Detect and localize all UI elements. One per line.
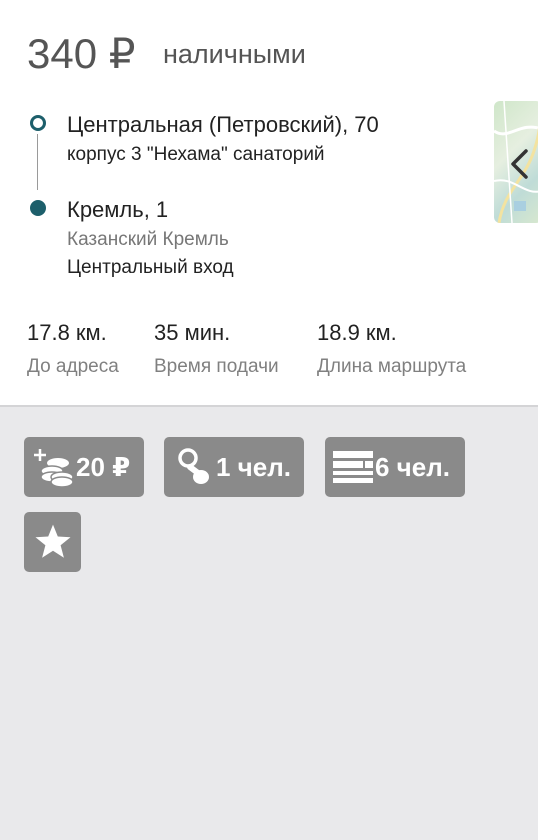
child-seat-chip[interactable]: 1 чел. [164,437,304,497]
passengers-chip[interactable]: 6 чел. [325,437,465,497]
distance-to-address: 17.8 км. [27,320,107,345]
destination-address: Кремль, 1 [67,197,169,222]
destination-marker-icon [30,200,46,216]
child-seat-label: 1 чел. [216,451,291,482]
pickup-address: Центральная (Петровский), 70 [67,112,379,137]
arrival-time: 35 мин. [154,320,231,345]
seats-icon [333,451,373,483]
distance-to-address-label: До адреса [27,356,119,377]
destination-place: Казанский Кремль [67,229,229,250]
route-length-label: Длина маршрута [317,356,467,377]
passengers-label: 6 чел. [375,451,450,482]
payment-method: наличными [163,39,306,69]
order-card: 340 ₽ наличными Центральная (Петровский)… [0,0,538,405]
chevron-left-icon[interactable] [508,148,530,180]
destination-entrance: Центральный вход [67,257,234,278]
route-length: 18.9 км. [317,320,397,345]
add-coins-icon [34,449,74,487]
route-connector [37,134,38,190]
star-icon [34,524,71,558]
arrival-time-label: Время подачи [154,356,279,377]
favorite-button[interactable] [24,512,81,572]
pickup-marker-icon [30,115,46,131]
surcharge-label: 20 ₽ [76,451,131,482]
order-price: 340 ₽ [27,30,136,77]
surcharge-chip[interactable]: 20 ₽ [24,437,144,497]
pacifier-icon [178,448,209,484]
pickup-details: корпус 3 "Нехама" санаторий [67,144,325,165]
